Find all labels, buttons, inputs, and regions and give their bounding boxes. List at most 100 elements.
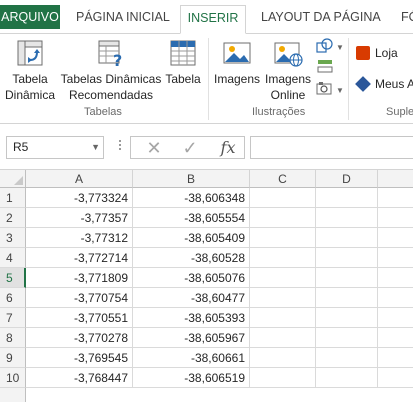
images-button[interactable]: Imagens xyxy=(212,34,262,87)
select-all-corner[interactable] xyxy=(0,170,26,188)
cell-empty[interactable] xyxy=(378,368,413,388)
cell-b[interactable]: -38,605409 xyxy=(133,228,250,248)
row-header[interactable]: 6 xyxy=(0,288,26,308)
cell-a[interactable]: -3,771809 xyxy=(26,268,133,288)
cell-empty[interactable] xyxy=(316,268,378,288)
cell-b[interactable]: -38,60477 xyxy=(133,288,250,308)
cell-empty[interactable] xyxy=(378,248,413,268)
cell-empty[interactable] xyxy=(250,348,316,368)
cell-empty[interactable] xyxy=(250,268,316,288)
resize-handle[interactable] xyxy=(118,138,122,156)
column-header-e[interactable] xyxy=(378,170,413,188)
cell-empty[interactable] xyxy=(316,248,378,268)
table-button[interactable]: Tabela xyxy=(163,34,203,87)
cell-empty[interactable] xyxy=(378,188,413,208)
formula-input[interactable] xyxy=(250,136,413,159)
cell-empty[interactable] xyxy=(316,288,378,308)
tab-home[interactable]: PÁGINA INICIAL xyxy=(76,5,170,34)
cell-b[interactable]: -38,606519 xyxy=(133,368,250,388)
cell-empty[interactable] xyxy=(316,328,378,348)
name-box-dropdown-icon[interactable]: ▼ xyxy=(91,137,100,158)
cell-empty[interactable] xyxy=(378,348,413,368)
insert-function-icon[interactable]: fx xyxy=(215,138,241,158)
cell-empty[interactable] xyxy=(316,308,378,328)
cell-empty[interactable] xyxy=(250,288,316,308)
cell-b[interactable]: -38,605967 xyxy=(133,328,250,348)
row-header[interactable]: 5 xyxy=(0,268,26,288)
cell-empty[interactable] xyxy=(250,208,316,228)
screenshot-button[interactable]: ▼ xyxy=(316,80,344,100)
cell-a[interactable]: -3,770754 xyxy=(26,288,133,308)
cell-a[interactable]: -3,768447 xyxy=(26,368,133,388)
cell-a[interactable]: -3,773324 xyxy=(26,188,133,208)
name-box[interactable]: R5 ▼ xyxy=(6,136,104,159)
tab-file[interactable]: ARQUIVO xyxy=(0,5,60,29)
row-header[interactable]: 9 xyxy=(0,348,26,368)
cell-empty[interactable] xyxy=(378,308,413,328)
online-picture-icon xyxy=(273,38,303,68)
column-header-a[interactable]: A xyxy=(26,170,133,188)
row-header[interactable]: 2 xyxy=(0,208,26,228)
online-images-button[interactable]: Imagens Online xyxy=(263,34,313,103)
cell-a[interactable]: -3,77357 xyxy=(26,208,133,228)
cell-empty[interactable] xyxy=(250,308,316,328)
shapes-icon xyxy=(316,37,334,57)
row-header[interactable]: 1 xyxy=(0,188,26,208)
row-header[interactable]: 10 xyxy=(0,368,26,388)
cell-b[interactable]: -38,605393 xyxy=(133,308,250,328)
shapes-button[interactable]: ▼ xyxy=(316,37,344,57)
enter-icon[interactable]: ✓ xyxy=(177,138,203,158)
row-header[interactable]: 3 xyxy=(0,228,26,248)
cell-empty[interactable] xyxy=(378,268,413,288)
ribbon-separator-2 xyxy=(348,38,349,120)
cell-a[interactable]: -3,772714 xyxy=(26,248,133,268)
table-label: Tabela xyxy=(165,72,201,86)
row-header[interactable] xyxy=(0,388,26,402)
cell-empty[interactable] xyxy=(250,368,316,388)
column-header-b[interactable]: B xyxy=(133,170,250,188)
cell-b[interactable]: -38,605076 xyxy=(133,268,250,288)
cell-empty[interactable] xyxy=(316,208,378,228)
row-header[interactable]: 4 xyxy=(0,248,26,268)
cell-empty[interactable] xyxy=(250,228,316,248)
cell-empty[interactable] xyxy=(378,228,413,248)
cell-empty[interactable] xyxy=(378,208,413,228)
cell-empty[interactable] xyxy=(316,228,378,248)
cell-a[interactable]: -3,770278 xyxy=(26,328,133,348)
column-header-d[interactable]: D xyxy=(316,170,378,188)
name-box-value: R5 xyxy=(13,140,29,154)
cell-b[interactable]: -38,60528 xyxy=(133,248,250,268)
my-addins-button[interactable]: Meus A xyxy=(355,74,413,94)
cell-b[interactable]: -38,605554 xyxy=(133,208,250,228)
cell-a[interactable]: -3,770551 xyxy=(26,308,133,328)
select-all-icon xyxy=(14,176,23,185)
recommended-pivot-tables-button[interactable]: ? Tabelas Dinâmicas Recomendadas xyxy=(60,34,162,103)
cell-empty[interactable] xyxy=(250,188,316,208)
cell-empty[interactable] xyxy=(378,288,413,308)
cell-b[interactable]: -38,606348 xyxy=(133,188,250,208)
column-header-c[interactable]: C xyxy=(250,170,316,188)
smartart-button[interactable] xyxy=(316,57,334,77)
tab-insert[interactable]: INSERIR xyxy=(180,5,246,34)
tab-page-layout[interactable]: LAYOUT DA PÁGINA xyxy=(261,5,381,34)
cell-b[interactable]: -38,60661 xyxy=(133,348,250,368)
cell-empty[interactable] xyxy=(316,368,378,388)
cell-empty[interactable] xyxy=(250,328,316,348)
smartart-icon xyxy=(316,58,334,77)
cell-empty[interactable] xyxy=(250,248,316,268)
cell-a[interactable]: -3,77312 xyxy=(26,228,133,248)
tab-formulas[interactable]: FÓ xyxy=(401,5,413,34)
cell-a[interactable]: -3,769545 xyxy=(26,348,133,368)
ribbon-tabs: ARQUIVO PÁGINA INICIAL INSERIR LAYOUT DA… xyxy=(0,0,413,34)
shapes-dropdown-icon: ▼ xyxy=(336,42,344,52)
cell-empty[interactable] xyxy=(316,188,378,208)
cell-empty[interactable] xyxy=(316,348,378,368)
cancel-icon[interactable]: ✕ xyxy=(141,138,167,158)
row-header[interactable]: 8 xyxy=(0,328,26,348)
cell-empty[interactable] xyxy=(378,328,413,348)
svg-text:?: ? xyxy=(113,51,122,68)
online-images-label-2: Online xyxy=(270,88,306,102)
row-header[interactable]: 7 xyxy=(0,308,26,328)
store-button[interactable]: Loja xyxy=(356,43,398,63)
pivot-table-button[interactable]: Tabela Dinâmica xyxy=(4,34,56,103)
